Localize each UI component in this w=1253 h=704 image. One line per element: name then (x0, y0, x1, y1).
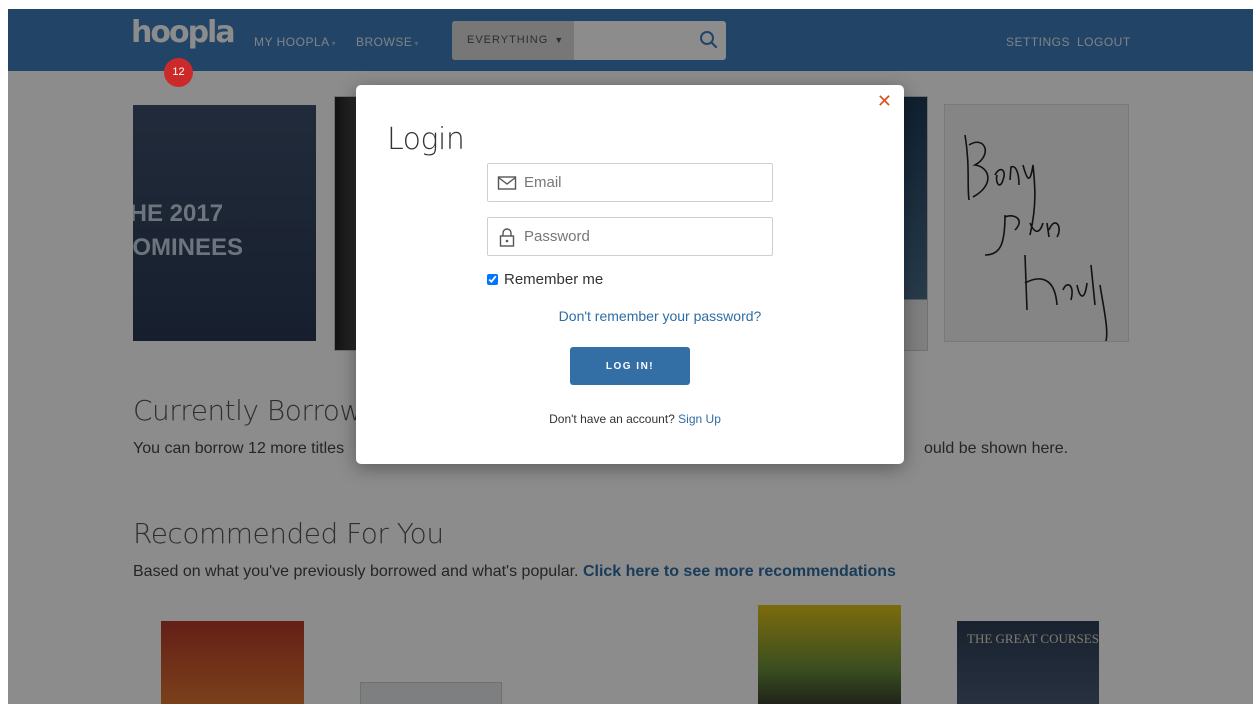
log-in-button[interactable]: LOG IN! (570, 347, 690, 385)
no-account-text: Don't have an account? (549, 412, 679, 426)
remember-me-label: Remember me (504, 271, 604, 288)
email-input[interactable] (524, 164, 764, 201)
login-modal: ✕ Login Remember me Don't remember your … (356, 85, 904, 464)
forgot-password-link[interactable]: Don't remember your password? (356, 308, 904, 324)
envelope-icon (497, 176, 517, 190)
email-field (487, 163, 773, 202)
close-icon[interactable]: ✕ (877, 91, 892, 112)
signup-prompt: Don't have an account? Sign Up (356, 412, 904, 426)
remember-me-row[interactable]: Remember me (487, 271, 603, 288)
password-input[interactable] (524, 218, 764, 255)
password-field (487, 217, 773, 256)
notification-badge[interactable]: 12 (164, 58, 193, 87)
login-title: Login (387, 122, 465, 157)
remember-me-checkbox[interactable] (487, 274, 498, 285)
sign-up-link[interactable]: Sign Up (678, 412, 721, 426)
lock-icon (499, 228, 515, 247)
